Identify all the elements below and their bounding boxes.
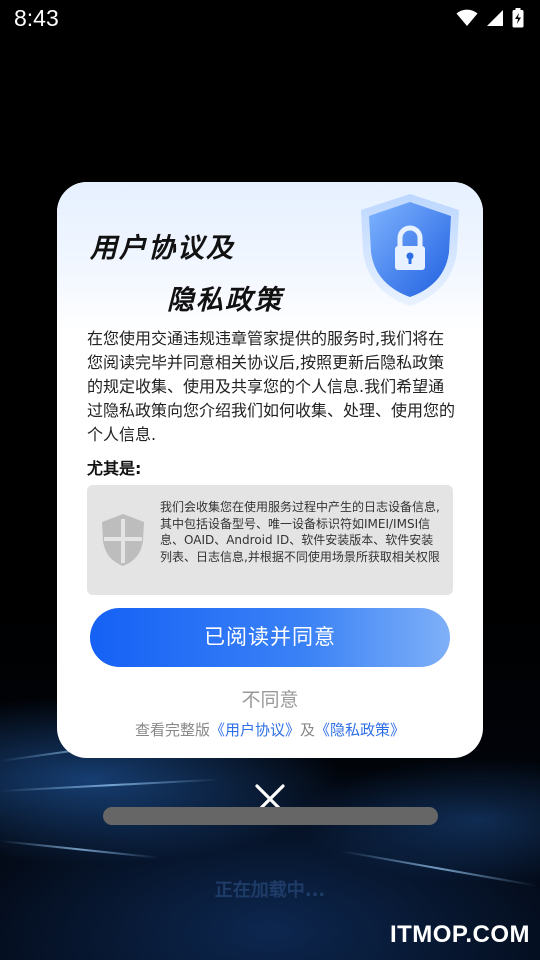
status-time: 8:43 — [14, 5, 59, 31]
signal-icon — [487, 10, 503, 26]
watermark: ITMOP.COM — [389, 921, 530, 948]
shield-icon — [102, 514, 144, 566]
agreement-links: 查看完整版《用户协议》及《隐私政策》 — [57, 719, 483, 740]
notice-box: 我们会收集您在使用服务过程中产生的日志设备信息,其中包括设备型号、唯一设备标识符… — [87, 485, 453, 595]
status-icons — [456, 8, 524, 28]
loading-text: 正在加载中... — [214, 880, 326, 901]
dialog-subheading: 尤其是: — [87, 459, 142, 478]
disagree-button[interactable]: 不同意 — [57, 685, 483, 712]
wifi-icon — [456, 9, 478, 26]
user-agreement-link[interactable]: 《用户协议》 — [210, 721, 300, 739]
dialog-body-text: 在您使用交通违规违章管家提供的服务时,我们将在您阅读完毕并同意相关协议后,按照更… — [87, 329, 456, 444]
lock-shield-icon — [361, 194, 459, 306]
privacy-dialog: 用户协议及 隐私政策 在您使用交通违规违章管家提供的服务时,我们将在您阅读完毕并… — [57, 182, 483, 758]
battery-charging-icon — [512, 8, 524, 28]
status-bar: 8:43 — [0, 0, 540, 40]
links-prefix: 查看完整版 — [134, 721, 210, 739]
dialog-title-line1: 用户协议及 — [90, 233, 235, 264]
privacy-policy-link[interactable]: 《隐私政策》 — [315, 721, 405, 739]
loading-progress-bar — [103, 807, 438, 825]
agree-button[interactable]: 已阅读并同意 — [90, 608, 450, 667]
notice-text: 我们会收集您在使用服务过程中产生的日志设备信息,其中包括设备型号、唯一设备标识符… — [160, 500, 440, 564]
links-conjunction: 及 — [300, 721, 316, 739]
dialog-title-line2: 隐私政策 — [167, 285, 283, 316]
